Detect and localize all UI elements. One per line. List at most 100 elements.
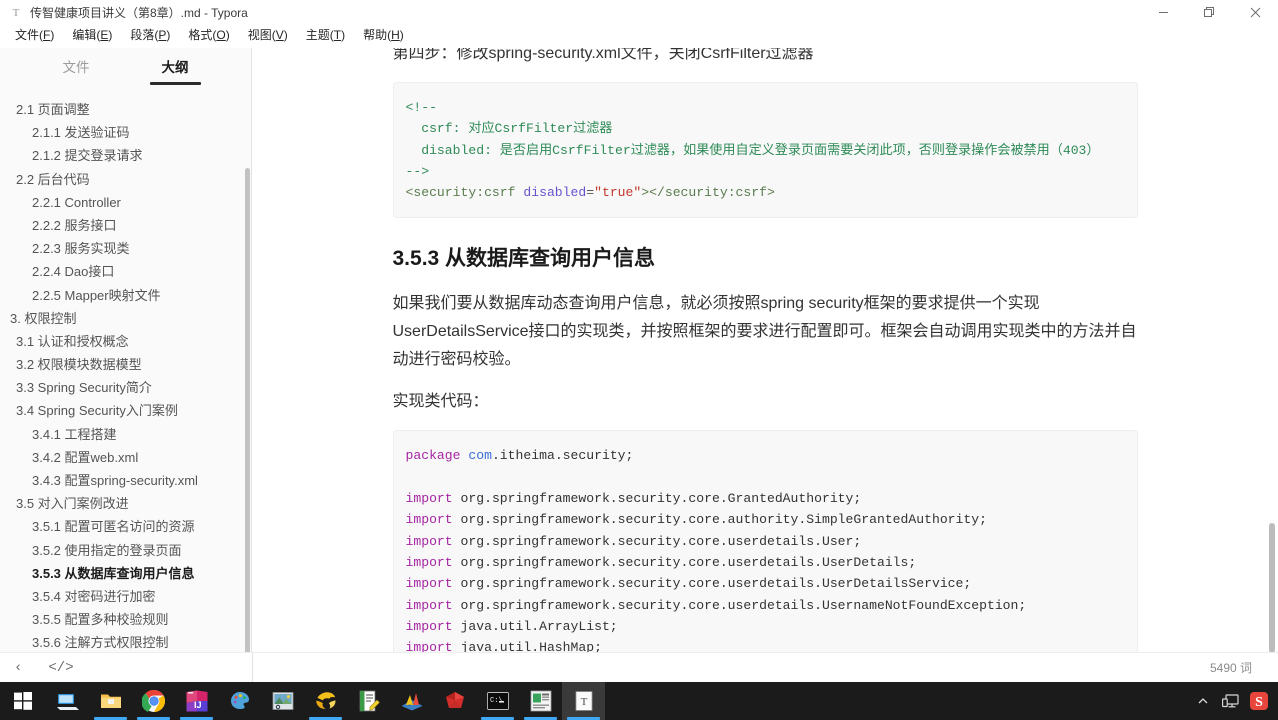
taskbar-item-paint[interactable] — [218, 682, 261, 720]
code-token: "true" — [594, 185, 642, 201]
menu-theme[interactable]: 主题(T) — [297, 25, 354, 47]
outline-item[interactable]: 3.5.6 注解方式权限控制 — [0, 631, 251, 652]
outline-item[interactable]: 3.4.3 配置spring-security.xml — [0, 469, 251, 492]
outline-item[interactable]: 3.2 权限模块数据模型 — [0, 353, 251, 376]
xml-code-block[interactable]: <!-- csrf: 对应CsrfFilter过滤器 disabled: 是否启… — [392, 82, 1138, 219]
sidebar-panel: 文件 大纲 2.1 页面调整 2.1.1 发送验证码 2.1.2 提交登录请求 2.2… — [0, 48, 252, 720]
outline-item[interactable]: 3.5.2 使用指定的登录页面 — [0, 539, 251, 562]
status-bar: ‹ </> 5490 词 — [0, 652, 1278, 682]
close-button[interactable] — [1232, 0, 1278, 25]
typora-icon: T — [12, 6, 20, 19]
taskbar-item-ruby[interactable] — [433, 682, 476, 720]
menu-file[interactable]: 文件(F) — [6, 25, 63, 47]
menu-format[interactable]: 格式(O) — [179, 25, 238, 47]
window-controls — [1140, 0, 1278, 25]
outline-list: 2.1 页面调整 2.1.1 发送验证码 2.1.2 提交登录请求 2.2 后台代码 2… — [0, 90, 251, 652]
outline-item[interactable]: 3.4.2 配置web.xml — [0, 446, 251, 469]
network-monitor-icon[interactable] — [1218, 682, 1244, 720]
navicat-icon — [400, 689, 424, 713]
code-token: .itheima.security; — [491, 448, 634, 464]
java-code-block[interactable]: package com.itheima.security; import org… — [392, 430, 1138, 652]
outline-item[interactable]: 3.3 Spring Security简介 — [0, 376, 251, 399]
code-token: import — [405, 533, 461, 549]
code-token: org.springframework.security.core.userde… — [460, 554, 917, 570]
tab-outline[interactable]: 大纲 — [149, 59, 201, 85]
code-caption: 实现类代码： — [392, 393, 489, 411]
code-token: org.springframework.security.core.Grante… — [460, 491, 862, 507]
maximize-restore-button[interactable] — [1186, 0, 1232, 25]
taskbar-item-taskview[interactable] — [46, 682, 89, 720]
taskbar-item-wps-office[interactable] — [519, 682, 562, 720]
outline-item[interactable]: 2.2.1 Controller — [0, 191, 251, 214]
menu-bar: 文件(F) 编辑(E) 段落(P) 格式(O) 视图(V) 主题(T) 帮助(H) — [0, 25, 1278, 48]
code-token: import — [405, 512, 461, 528]
code-token: --> — [405, 163, 430, 179]
code-token: org.springframework.security.core.userde… — [460, 576, 972, 592]
svg-text:S: S — [1255, 695, 1263, 710]
minimize-button[interactable] — [1140, 0, 1186, 25]
editor-panel[interactable]: 第四步：修改spring-security.xml文件，关闭CsrfFilter… — [252, 48, 1278, 652]
outline-item[interactable]: 2.1 页面调整 — [0, 98, 251, 121]
taskbar-item-winrar[interactable] — [304, 682, 347, 720]
source-code-icon[interactable]: </> — [44, 659, 77, 677]
outline-item[interactable]: 2.2.2 服务接口 — [0, 214, 251, 237]
taskbar-item-typora[interactable]: T — [562, 682, 605, 720]
outline-item[interactable]: 2.2.4 Dao接口 — [0, 260, 251, 283]
taskbar-item-photo-viewer[interactable] — [261, 682, 304, 720]
outline-item[interactable]: 3.5.3 从数据库查询用户信息 — [0, 562, 251, 585]
code-token: csrf: 对应CsrfFilter过滤器 — [405, 121, 613, 137]
outline-item[interactable]: 3.1 认证和授权概念 — [0, 330, 251, 353]
code-token: import — [405, 597, 461, 613]
taskbar-items: IJ C:\ T — [46, 682, 605, 720]
menu-paragraph[interactable]: 段落(P) — [121, 25, 179, 47]
windows-taskbar: IJ C:\ T S — [0, 682, 1278, 720]
outline-item[interactable]: 3. 权限控制 — [0, 307, 251, 330]
outline-item[interactable]: 3.5.5 配置多种校验规则 — [0, 608, 251, 631]
section-heading: 3.5.3 从数据库查询用户信息 — [392, 247, 656, 271]
outline-item[interactable]: 3.4.1 工程搭建 — [0, 423, 251, 446]
outline-item[interactable]: 2.2.3 服务实现类 — [0, 237, 251, 260]
menu-view[interactable]: 视图(V) — [239, 25, 297, 47]
outline-item[interactable]: 3.5 对入门案例改进 — [0, 492, 251, 515]
taskbar-item-google-chrome[interactable] — [132, 682, 175, 720]
outline-item[interactable]: 2.2 后台代码 — [0, 168, 251, 191]
outline-item[interactable]: 2.1.1 发送验证码 — [0, 121, 251, 144]
chevron-left-icon[interactable]: ‹ — [10, 659, 26, 677]
code-token: java.util.HashMap; — [460, 640, 602, 652]
taskbar-item-navicat[interactable] — [390, 682, 433, 720]
code-token: import — [405, 618, 461, 634]
taskbar-item-editplus[interactable] — [347, 682, 390, 720]
code-token: import — [405, 554, 461, 570]
folder-icon — [99, 689, 123, 713]
typora-icon: T — [572, 689, 596, 713]
chevron-up-icon[interactable] — [1190, 682, 1216, 720]
task-view-icon — [56, 689, 80, 713]
menu-edit[interactable]: 编辑(E) — [63, 25, 121, 47]
taskbar-item-intellij-idea[interactable]: IJ — [175, 682, 218, 720]
start-button[interactable] — [0, 682, 46, 720]
word-count[interactable]: 5490 词 — [1210, 659, 1252, 676]
outline-item[interactable]: 3.4 Spring Security入门案例 — [0, 399, 251, 422]
code-token: import — [405, 491, 461, 507]
code-token: package — [405, 448, 469, 464]
editor-scrollbar[interactable] — [1269, 523, 1275, 652]
code-token: = — [586, 185, 595, 201]
tab-files[interactable]: 文件 — [63, 59, 90, 85]
outline-item[interactable]: 2.2.5 Mapper映射文件 — [0, 284, 251, 307]
editor-scroll-area: 第四步：修改spring-security.xml文件，关闭CsrfFilter… — [252, 48, 1278, 652]
taskbar-item-file-explorer[interactable] — [89, 682, 132, 720]
sidebar-scrollbar[interactable] — [245, 168, 250, 720]
status-left-icons: ‹ </> — [0, 659, 78, 677]
step-paragraph: 第四步：修改spring-security.xml文件，关闭CsrfFilter… — [392, 48, 814, 62]
taskbar-item-terminal[interactable]: C:\ — [476, 682, 519, 720]
document-content: 第四步：修改spring-security.xml文件，关闭CsrfFilter… — [392, 48, 1138, 652]
outline-item[interactable]: 3.5.1 配置可匿名访问的资源 — [0, 515, 251, 538]
typora-window: T 传智健康项目讲义（第8章）.md - Typora 文件(F) 编辑(E) 段落… — [0, 0, 1278, 720]
intellij-idea-icon: IJ — [185, 689, 209, 713]
menu-help[interactable]: 帮助(H) — [354, 25, 413, 47]
paint-palette-icon — [228, 689, 252, 713]
outline-item[interactable]: 2.1.2 提交登录请求 — [0, 144, 251, 167]
outline-item[interactable]: 3.5.4 对密码进行加密 — [0, 585, 251, 608]
sidebar-tabs: 文件 大纲 — [0, 48, 251, 90]
snipaste-icon[interactable]: S — [1246, 682, 1272, 720]
